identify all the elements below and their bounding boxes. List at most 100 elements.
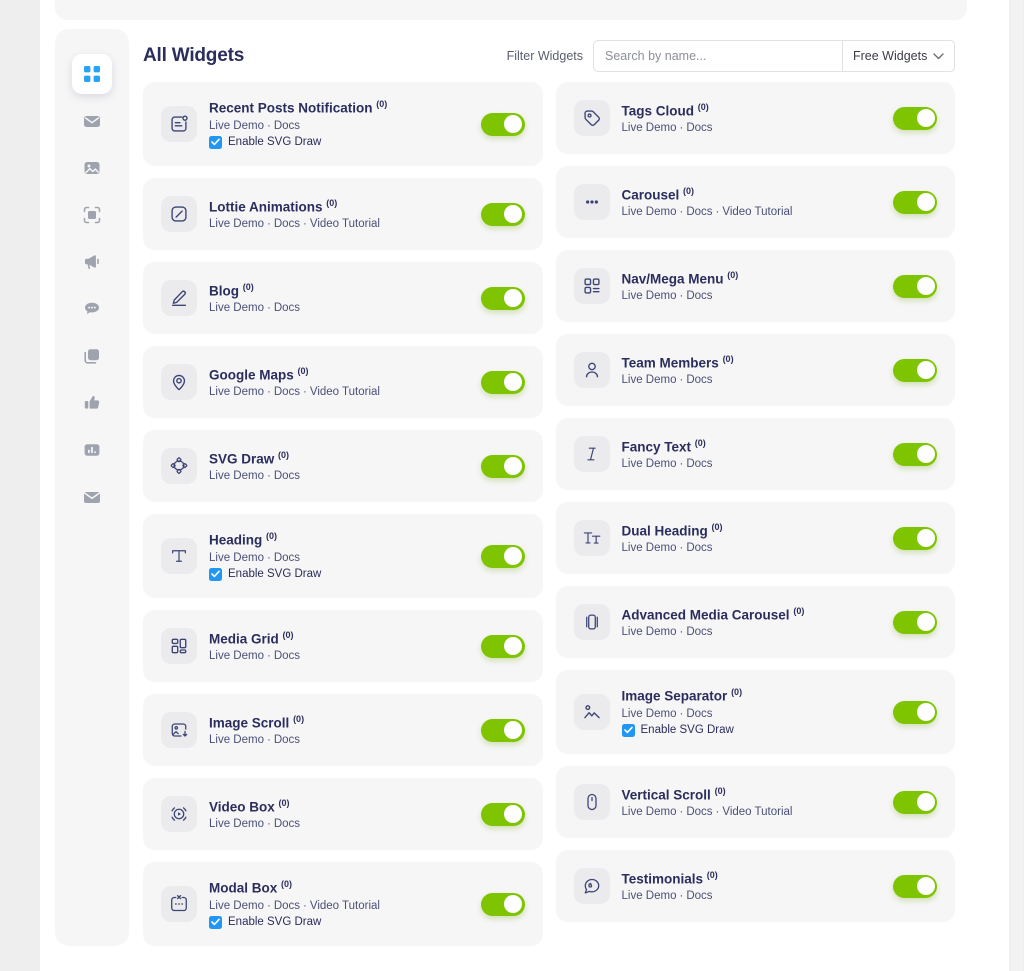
widget-link-live-demo[interactable]: Live Demo (209, 386, 264, 398)
sidebar-item-0[interactable] (72, 54, 112, 94)
widget-link-video-tutorial[interactable]: Video Tutorial (722, 806, 792, 818)
widget-link-docs[interactable]: Docs (686, 206, 712, 218)
widget-link-docs[interactable]: Docs (274, 218, 300, 230)
widget-enable-toggle[interactable] (480, 112, 525, 136)
widget-link-docs[interactable]: Docs (274, 734, 300, 746)
widget-link-live-demo[interactable]: Live Demo (209, 818, 264, 830)
widget-enable-toggle[interactable] (480, 544, 525, 568)
widget-enable-toggle[interactable] (480, 892, 525, 916)
sidebar-item-5[interactable] (72, 289, 112, 329)
modal-box-icon (161, 886, 197, 922)
toggle-knob (916, 193, 935, 211)
sidebar-item-2[interactable] (72, 148, 112, 188)
widget-enable-toggle[interactable] (480, 286, 525, 310)
enable-svg-draw-checkbox[interactable] (209, 567, 222, 581)
widget-enable-toggle[interactable] (893, 106, 937, 130)
widget-link-docs[interactable]: Docs (686, 708, 712, 720)
widget-link-live-demo[interactable]: Live Demo (209, 470, 264, 482)
widget-title: Video Box (0) (209, 798, 467, 816)
widget-link-live-demo[interactable]: Live Demo (622, 708, 677, 720)
widget-link-live-demo[interactable]: Live Demo (622, 206, 677, 218)
widget-link-live-demo[interactable]: Live Demo (209, 552, 264, 564)
widget-info: Vertical Scroll (0) Live Demo · Docs · Video … (622, 783, 880, 821)
widget-link-live-demo[interactable]: Live Demo (622, 290, 677, 302)
widget-enable-toggle[interactable] (893, 526, 937, 550)
widget-link-docs[interactable]: Docs (274, 120, 300, 132)
widget-link-live-demo[interactable]: Live Demo (209, 734, 264, 746)
widget-link-docs[interactable]: Docs (274, 470, 300, 482)
sidebar-item-3[interactable] (72, 195, 112, 235)
widget-link-live-demo[interactable]: Live Demo (622, 890, 677, 902)
enable-svg-draw-row: Enable SVG Draw (209, 567, 467, 581)
widget-link-live-demo[interactable]: Live Demo (209, 900, 264, 912)
widget-title: Lottie Animations (0) (209, 198, 467, 216)
widget-enable-toggle[interactable] (480, 454, 525, 478)
widget-link-docs[interactable]: Docs (274, 552, 300, 564)
sidebar-item-7[interactable] (72, 383, 112, 423)
content-header: All Widgets Filter Widgets Free Widgets (143, 30, 955, 82)
widget-link-docs[interactable]: Docs (686, 890, 712, 902)
widget-enable-toggle[interactable] (893, 442, 937, 466)
widget-enable-toggle[interactable] (893, 610, 937, 634)
widget-link-docs[interactable]: Docs (686, 542, 712, 554)
widget-enable-toggle[interactable] (893, 190, 937, 214)
widget-link-live-demo[interactable]: Live Demo (209, 120, 264, 132)
widget-link-live-demo[interactable]: Live Demo (622, 626, 677, 638)
widget-link-video-tutorial[interactable]: Video Tutorial (310, 900, 380, 912)
widget-link-docs[interactable]: Docs (274, 302, 300, 314)
sidebar-item-9[interactable] (72, 477, 112, 517)
widget-links: Live Demo · Docs (209, 302, 467, 314)
widget-link-docs[interactable]: Docs (274, 900, 300, 912)
sidebar-item-6[interactable] (72, 336, 112, 376)
widget-enable-toggle[interactable] (893, 700, 937, 724)
link-separator: · (266, 818, 271, 831)
widget-enable-toggle[interactable] (480, 370, 525, 394)
widget-enable-toggle[interactable] (893, 358, 937, 382)
widget-link-video-tutorial[interactable]: Video Tutorial (310, 218, 380, 230)
widget-link-live-demo[interactable]: Live Demo (622, 458, 677, 470)
widget-link-docs[interactable]: Docs (274, 650, 300, 662)
widget-enable-toggle[interactable] (893, 790, 937, 814)
enable-svg-draw-label: Enable SVG Draw (228, 136, 322, 149)
widget-enable-toggle[interactable] (480, 634, 525, 658)
widget-link-docs[interactable]: Docs (686, 806, 712, 818)
link-separator: · (679, 626, 684, 639)
widget-link-docs[interactable]: Docs (686, 374, 712, 386)
widget-info: Lottie Animations (0) Live Demo · Docs · Vide… (209, 195, 467, 233)
sidebar-item-4[interactable] (72, 242, 112, 282)
widget-link-docs[interactable]: Docs (686, 458, 712, 470)
widget-enable-toggle[interactable] (893, 274, 937, 298)
widget-link-live-demo[interactable]: Live Demo (622, 122, 677, 134)
widget-link-live-demo[interactable]: Live Demo (209, 218, 264, 230)
widget-link-live-demo[interactable]: Live Demo (622, 374, 677, 386)
widget-link-live-demo[interactable]: Live Demo (209, 650, 264, 662)
toggle-knob (916, 703, 935, 721)
sidebar-item-8[interactable] (72, 430, 112, 470)
enable-svg-draw-checkbox[interactable] (209, 915, 222, 929)
widget-enable-toggle[interactable] (480, 718, 525, 742)
widget-name: Google Maps (209, 367, 294, 383)
link-separator: · (266, 470, 271, 483)
widget-link-docs[interactable]: Docs (686, 122, 712, 134)
sidebar-item-1[interactable] (72, 101, 112, 141)
widget-enable-toggle[interactable] (480, 202, 525, 226)
widget-link-video-tutorial[interactable]: Video Tutorial (310, 386, 380, 398)
widget-enable-toggle[interactable] (480, 802, 525, 826)
widget-link-docs[interactable]: Docs (686, 290, 712, 302)
chat-bubble-icon (82, 299, 102, 319)
enable-svg-draw-checkbox[interactable] (621, 723, 635, 737)
page-scrollbar-track[interactable] (1011, 0, 1023, 971)
widget-link-live-demo[interactable]: Live Demo (622, 806, 677, 818)
widget-type-select[interactable]: Free Widgets (843, 40, 955, 72)
widget-link-live-demo[interactable]: Live Demo (622, 542, 677, 554)
widget-link-docs[interactable]: Docs (274, 818, 300, 830)
widget-title: Fancy Text (0) (622, 438, 880, 456)
widget-link-live-demo[interactable]: Live Demo (209, 302, 264, 314)
widget-link-docs[interactable]: Docs (686, 626, 712, 638)
widget-enable-toggle[interactable] (893, 874, 937, 898)
widget-link-video-tutorial[interactable]: Video Tutorial (722, 206, 792, 218)
widget-name: Team Members (621, 355, 719, 371)
search-input[interactable] (593, 40, 843, 72)
enable-svg-draw-checkbox[interactable] (209, 135, 222, 149)
widget-link-docs[interactable]: Docs (274, 386, 300, 398)
